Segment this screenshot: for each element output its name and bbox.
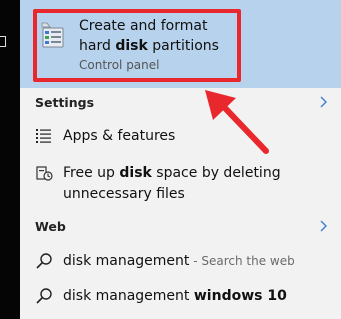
settings-section-header: Settings [35,95,95,110]
search-icon [36,288,52,304]
settings-item-label: Free up disk space by deleting unnecessa… [63,165,281,202]
storage-icon [36,166,53,181]
window-icon [0,36,6,47]
web-item-label: disk management windows 10 [63,288,287,304]
web-item-label: disk management - Search the web [63,253,295,269]
annotation-arrow [205,90,269,154]
apps-features-icon [36,129,51,143]
search-icon [36,253,52,269]
annotation-highlight-box [33,9,241,82]
chevron-right-icon[interactable] [318,219,328,233]
taskbar-edge [0,0,20,319]
settings-item-label: Apps & features [63,128,176,144]
chevron-right-icon[interactable] [318,95,328,109]
web-section-header: Web [35,219,66,234]
best-match-result[interactable]: Create and format hard disk partitions C… [20,0,341,88]
search-results-panel: Create and format hard disk partitions C… [20,0,341,319]
